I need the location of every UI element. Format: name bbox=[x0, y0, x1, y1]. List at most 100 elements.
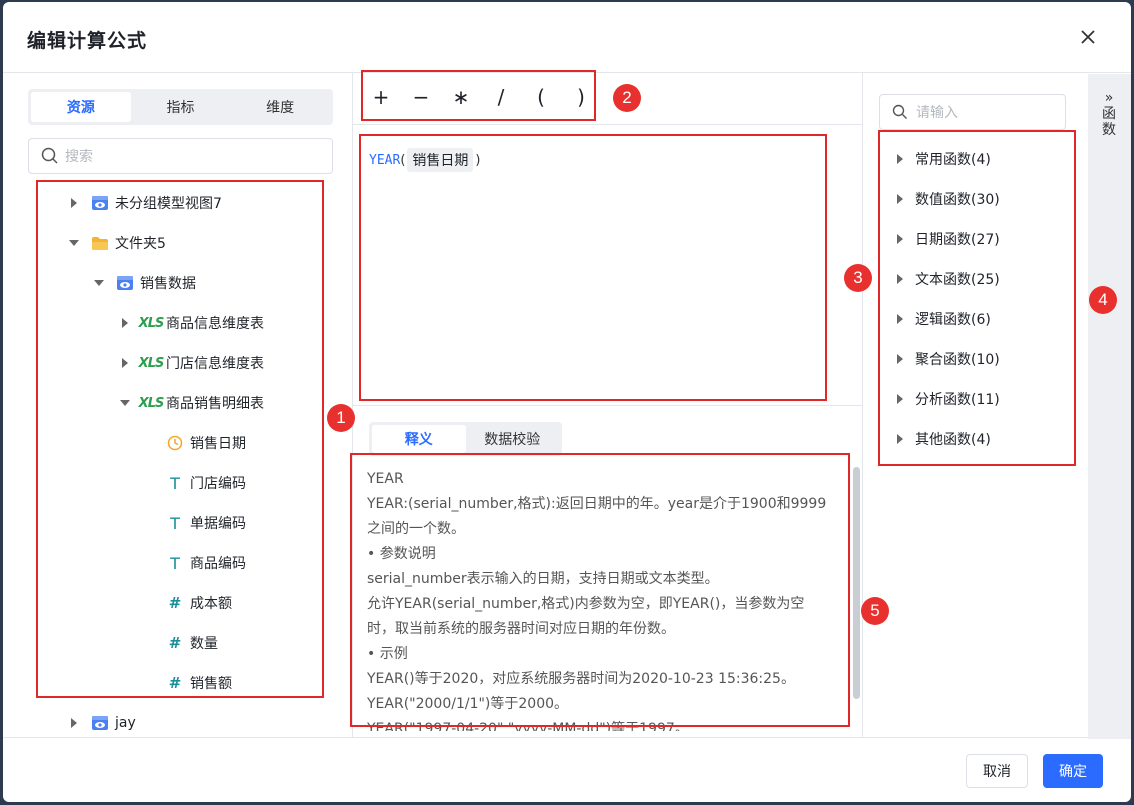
function-panel-toggle-label[interactable]: » 函 数 bbox=[1099, 90, 1119, 138]
field-label: 门店编码 bbox=[190, 476, 246, 492]
field-label: 数量 bbox=[190, 636, 218, 652]
function-category-analysis[interactable]: 分析函数(11) bbox=[895, 379, 1000, 419]
function-search-input[interactable]: 请输入 bbox=[879, 94, 1066, 130]
description-line: YEAR("2000/1/1")等于2000。 bbox=[367, 696, 569, 712]
view-icon bbox=[91, 194, 109, 212]
tree-node-sales-data[interactable]: 销售数据 bbox=[94, 263, 196, 303]
tree-node-jay[interactable]: jay bbox=[69, 703, 136, 737]
function-category-label: 文本函数(25) bbox=[915, 272, 1000, 288]
resource-search-input[interactable]: 搜索 bbox=[28, 138, 333, 174]
caret-down-icon[interactable] bbox=[120, 398, 130, 408]
function-category-logic[interactable]: 逻辑函数(6) bbox=[895, 299, 991, 339]
function-category-other[interactable]: 其他函数(4) bbox=[895, 419, 991, 459]
field-product-code[interactable]: T 商品编码 bbox=[166, 543, 246, 583]
function-category-label: 分析函数(11) bbox=[915, 392, 1000, 408]
formula-expression: YEAR ( 销售日期 ) bbox=[369, 148, 820, 172]
tree-node-label: 文件夹5 bbox=[115, 236, 166, 252]
function-category-text[interactable]: 文本函数(25) bbox=[895, 259, 1000, 299]
caret-right-icon[interactable] bbox=[120, 358, 130, 368]
right-paren-button[interactable]: ) bbox=[561, 85, 601, 109]
annotation-badge-5: 5 bbox=[861, 597, 889, 625]
view-icon bbox=[116, 274, 134, 292]
formula-editor[interactable]: YEAR ( 销售日期 ) bbox=[363, 138, 826, 400]
function-category-numeric[interactable]: 数值函数(30) bbox=[895, 179, 1000, 219]
tab-data-validation[interactable]: 数据校验 bbox=[466, 425, 560, 453]
cancel-button[interactable]: 取消 bbox=[966, 754, 1028, 788]
xls-icon: XLS bbox=[138, 395, 165, 411]
formula-function: YEAR bbox=[369, 152, 401, 168]
caret-right-icon bbox=[895, 314, 905, 324]
info-tabs: 释义 数据校验 bbox=[369, 422, 562, 456]
description-line: YEAR bbox=[367, 471, 404, 487]
function-category-date[interactable]: 日期函数(27) bbox=[895, 219, 1000, 259]
plus-operator-button[interactable]: + bbox=[361, 85, 401, 109]
field-cost[interactable]: # 成本额 bbox=[166, 583, 232, 623]
function-category-aggregate[interactable]: 聚合函数(10) bbox=[895, 339, 1000, 379]
caret-right-icon[interactable] bbox=[120, 318, 130, 328]
tree-node-folder5[interactable]: 文件夹5 bbox=[69, 223, 166, 263]
description-line: YEAR:(serial_number,格式):返回日期中的年。year是介于1… bbox=[367, 496, 827, 512]
search-icon bbox=[892, 104, 907, 119]
multiply-operator-button[interactable]: ∗ bbox=[441, 85, 481, 109]
function-category-label: 聚合函数(10) bbox=[915, 352, 1000, 368]
divide-operator-button[interactable]: / bbox=[481, 85, 521, 109]
close-icon[interactable] bbox=[1077, 26, 1099, 48]
tree-node-store-dim[interactable]: XLS 门店信息维度表 bbox=[120, 343, 264, 383]
double-chevron-right-icon: » bbox=[1104, 90, 1114, 106]
caret-right-icon bbox=[895, 354, 905, 364]
view-icon bbox=[91, 714, 109, 732]
caret-right-icon[interactable] bbox=[69, 718, 79, 728]
tree-node-ungrouped-view[interactable]: 未分组模型视图7 bbox=[69, 183, 222, 223]
function-panel-toggle[interactable] bbox=[1088, 74, 1131, 739]
function-category-common[interactable]: 常用函数(4) bbox=[895, 139, 991, 179]
annotation-badge-1: 1 bbox=[327, 404, 355, 432]
xls-icon: XLS bbox=[138, 315, 165, 331]
field-sales-amount[interactable]: # 销售额 bbox=[166, 663, 232, 703]
tree-node-sales-detail[interactable]: XLS 商品销售明细表 bbox=[120, 383, 264, 423]
search-icon bbox=[41, 147, 58, 164]
caret-right-icon bbox=[895, 194, 905, 204]
description-scrollbar[interactable] bbox=[853, 467, 860, 699]
search-placeholder: 请输入 bbox=[916, 105, 958, 121]
field-sales-date[interactable]: 销售日期 bbox=[166, 423, 246, 463]
caret-right-icon bbox=[895, 154, 905, 164]
number-type-icon: # bbox=[168, 594, 182, 612]
description-line: YEAR("1997-04-20","yyyy-MM-dd")等于1997。 bbox=[367, 721, 689, 731]
formula-field-tag[interactable]: 销售日期 bbox=[407, 148, 474, 172]
field-label: 商品编码 bbox=[190, 556, 246, 572]
editor-divider bbox=[353, 405, 862, 406]
caret-down-icon[interactable] bbox=[69, 238, 79, 248]
tab-metrics[interactable]: 指标 bbox=[131, 92, 231, 122]
minus-operator-button[interactable]: − bbox=[401, 85, 441, 109]
text-type-icon: T bbox=[170, 473, 180, 493]
tab-explanation[interactable]: 释义 bbox=[372, 425, 466, 453]
field-label: 销售日期 bbox=[190, 436, 246, 452]
left-paren-button[interactable]: ( bbox=[521, 85, 561, 109]
resource-tree: 未分组模型视图7 文件夹5 销售数据 XLS 商品信息维度表 XLS 门店信息维… bbox=[36, 180, 324, 737]
description-line: serial_number表示输入的日期，支持日期或文本类型。 bbox=[367, 571, 719, 587]
function-category-label: 逻辑函数(6) bbox=[915, 312, 991, 328]
field-store-code[interactable]: T 门店编码 bbox=[166, 463, 246, 503]
field-label: 单据编码 bbox=[190, 516, 246, 532]
rail-label-char: 函 bbox=[1102, 106, 1116, 122]
text-type-icon: T bbox=[170, 513, 180, 533]
description-line: • 示例 bbox=[367, 646, 408, 662]
field-label: 销售额 bbox=[190, 676, 232, 692]
right-panel-divider bbox=[862, 72, 863, 737]
tab-dimensions[interactable]: 维度 bbox=[230, 92, 330, 122]
tree-node-product-dim[interactable]: XLS 商品信息维度表 bbox=[120, 303, 264, 343]
annotation-badge-4: 4 bbox=[1089, 286, 1117, 314]
confirm-button[interactable]: 确定 bbox=[1043, 754, 1103, 788]
tab-resources[interactable]: 资源 bbox=[31, 92, 131, 122]
resource-tabs: 资源 指标 维度 bbox=[28, 89, 333, 125]
function-category-label: 数值函数(30) bbox=[915, 192, 1000, 208]
caret-down-icon[interactable] bbox=[94, 278, 104, 288]
caret-right-icon bbox=[895, 274, 905, 284]
operator-divider bbox=[353, 124, 862, 125]
caret-right-icon bbox=[895, 434, 905, 444]
formula-open-paren: ( bbox=[400, 152, 406, 168]
caret-right-icon bbox=[895, 234, 905, 244]
field-doc-code[interactable]: T 单据编码 bbox=[166, 503, 246, 543]
caret-right-icon[interactable] bbox=[69, 198, 79, 208]
field-quantity[interactable]: # 数量 bbox=[166, 623, 218, 663]
